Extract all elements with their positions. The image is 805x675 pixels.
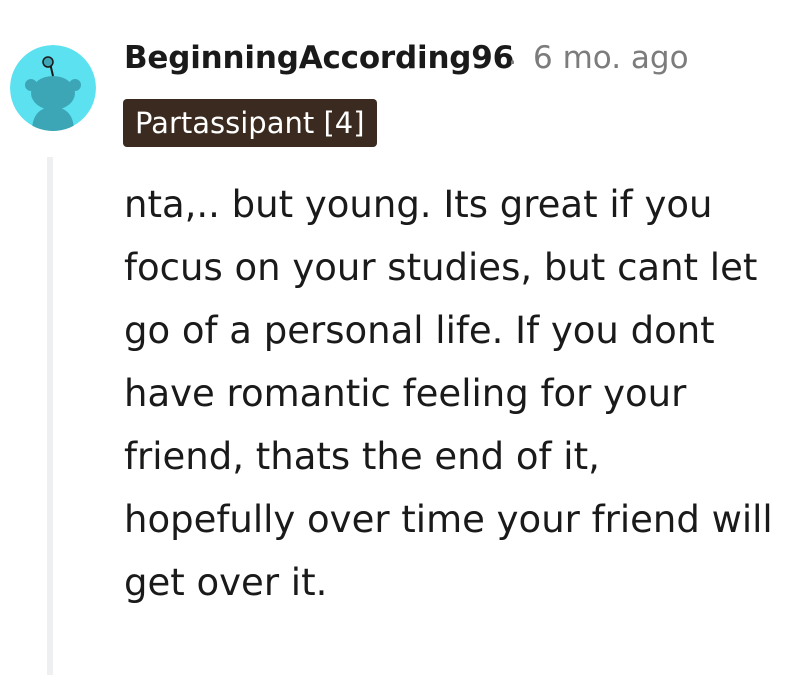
user-flair: Partassipant [4]: [123, 99, 377, 147]
username-link[interactable]: BeginningAccording96: [124, 40, 514, 76]
thread-line[interactable]: [47, 157, 53, 675]
meta-separator: ·: [508, 46, 517, 79]
comment-avatar[interactable]: [10, 45, 96, 131]
comment-body: nta,.. but young. Its great if you focus…: [124, 183, 773, 604]
comment-timestamp[interactable]: 6 mo. ago: [533, 40, 689, 76]
snoo-avatar-icon: [10, 45, 96, 131]
